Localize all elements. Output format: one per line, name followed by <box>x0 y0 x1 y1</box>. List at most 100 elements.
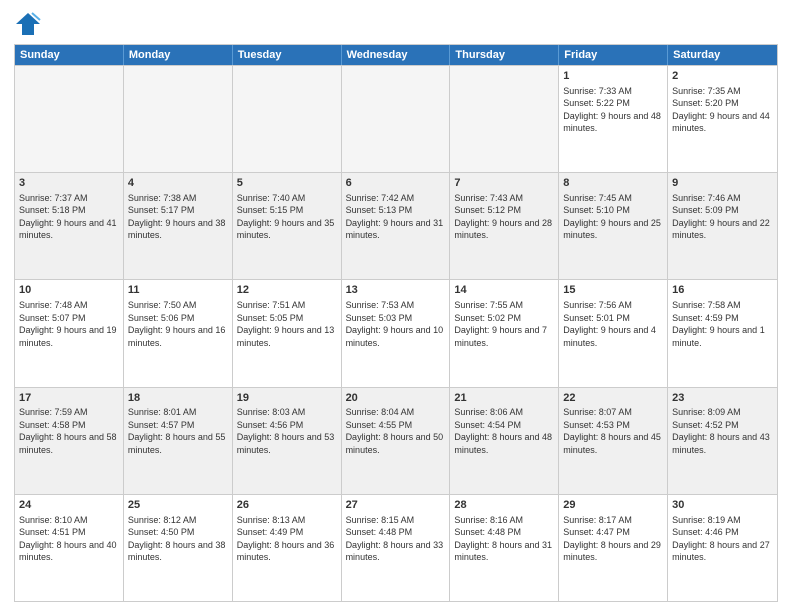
day-number: 15 <box>563 283 663 298</box>
day-number: 26 <box>237 498 337 513</box>
day-number: 8 <box>563 176 663 191</box>
calendar-cell: 10 Sunrise: 7:48 AM Sunset: 5:07 PM Dayli… <box>15 280 124 386</box>
day-number: 13 <box>346 283 446 298</box>
cell-daylight-info: Sunrise: 8:17 AM Sunset: 4:47 PM Dayligh… <box>563 515 661 562</box>
calendar-cell: 4 Sunrise: 7:38 AM Sunset: 5:17 PM Daylig… <box>124 173 233 279</box>
cell-daylight-info: Sunrise: 7:53 AM Sunset: 5:03 PM Dayligh… <box>346 300 444 347</box>
calendar-cell: 19Sunrise: 8:03 AM Sunset: 4:56 PM Dayli… <box>233 388 342 494</box>
cell-daylight-info: Sunrise: 8:01 AM Sunset: 4:57 PM Dayligh… <box>128 407 226 454</box>
cell-daylight-info: Sunrise: 8:10 AM Sunset: 4:51 PM Dayligh… <box>19 515 117 562</box>
header-monday: Monday <box>124 45 233 65</box>
header-saturday: Saturday <box>668 45 777 65</box>
cell-daylight-info: Sunrise: 8:13 AM Sunset: 4:49 PM Dayligh… <box>237 515 335 562</box>
cell-daylight-info: Sunrise: 8:07 AM Sunset: 4:53 PM Dayligh… <box>563 407 661 454</box>
day-number: 9 <box>672 176 773 191</box>
cell-daylight-info: Sunrise: 7:46 AM Sunset: 5:09 PM Dayligh… <box>672 193 770 240</box>
calendar-row-0: 1 Sunrise: 7:33 AM Sunset: 5:22 PM Daylig… <box>15 65 777 172</box>
cell-daylight-info: Sunrise: 8:04 AM Sunset: 4:55 PM Dayligh… <box>346 407 444 454</box>
day-number: 30 <box>672 498 773 513</box>
calendar-cell: 1 Sunrise: 7:33 AM Sunset: 5:22 PM Daylig… <box>559 66 668 172</box>
calendar-cell: 13 Sunrise: 7:53 AM Sunset: 5:03 PM Dayli… <box>342 280 451 386</box>
day-number: 21 <box>454 391 554 406</box>
day-number: 20 <box>346 391 446 406</box>
calendar-cell: 5 Sunrise: 7:40 AM Sunset: 5:15 PM Daylig… <box>233 173 342 279</box>
calendar-cell: 15 Sunrise: 7:56 AM Sunset: 5:01 PM Dayli… <box>559 280 668 386</box>
calendar-cell <box>342 66 451 172</box>
day-number: 27 <box>346 498 446 513</box>
cell-daylight-info: Sunrise: 8:12 AM Sunset: 4:50 PM Dayligh… <box>128 515 226 562</box>
day-number: 22 <box>563 391 663 406</box>
day-number: 1 <box>563 69 663 84</box>
cell-daylight-info: Sunrise: 7:56 AM Sunset: 5:01 PM Dayligh… <box>563 300 656 347</box>
calendar-cell <box>450 66 559 172</box>
day-number: 7 <box>454 176 554 191</box>
header-thursday: Thursday <box>450 45 559 65</box>
day-number: 18 <box>128 391 228 406</box>
calendar-cell: 11 Sunrise: 7:50 AM Sunset: 5:06 PM Dayli… <box>124 280 233 386</box>
cell-daylight-info: Sunrise: 7:58 AM Sunset: 4:59 PM Dayligh… <box>672 300 765 347</box>
calendar-cell: 14 Sunrise: 7:55 AM Sunset: 5:02 PM Dayli… <box>450 280 559 386</box>
logo-icon <box>14 10 42 38</box>
day-number: 10 <box>19 283 119 298</box>
calendar-row-2: 10 Sunrise: 7:48 AM Sunset: 5:07 PM Dayli… <box>15 279 777 386</box>
calendar-cell: 24 Sunrise: 8:10 AM Sunset: 4:51 PM Dayli… <box>15 495 124 601</box>
cell-daylight-info: Sunrise: 7:48 AM Sunset: 5:07 PM Dayligh… <box>19 300 117 347</box>
calendar-cell: 25Sunrise: 8:12 AM Sunset: 4:50 PM Dayli… <box>124 495 233 601</box>
calendar-cell: 22Sunrise: 8:07 AM Sunset: 4:53 PM Dayli… <box>559 388 668 494</box>
calendar-cell: 9 Sunrise: 7:46 AM Sunset: 5:09 PM Daylig… <box>668 173 777 279</box>
calendar-cell: 3 Sunrise: 7:37 AM Sunset: 5:18 PM Daylig… <box>15 173 124 279</box>
cell-daylight-info: Sunrise: 7:55 AM Sunset: 5:02 PM Dayligh… <box>454 300 547 347</box>
day-number: 14 <box>454 283 554 298</box>
calendar-cell: 2Sunrise: 7:35 AM Sunset: 5:20 PM Daylig… <box>668 66 777 172</box>
calendar-cell: 27 Sunrise: 8:15 AM Sunset: 4:48 PM Dayli… <box>342 495 451 601</box>
cell-daylight-info: Sunrise: 7:59 AM Sunset: 4:58 PM Dayligh… <box>19 407 117 454</box>
cell-daylight-info: Sunrise: 7:40 AM Sunset: 5:15 PM Dayligh… <box>237 193 335 240</box>
calendar-cell: 18Sunrise: 8:01 AM Sunset: 4:57 PM Dayli… <box>124 388 233 494</box>
day-number: 4 <box>128 176 228 191</box>
day-number: 19 <box>237 391 337 406</box>
day-number: 28 <box>454 498 554 513</box>
calendar: SundayMondayTuesdayWednesdayThursdayFrid… <box>14 44 778 602</box>
cell-daylight-info: Sunrise: 8:09 AM Sunset: 4:52 PM Dayligh… <box>672 407 770 454</box>
cell-daylight-info: Sunrise: 7:42 AM Sunset: 5:13 PM Dayligh… <box>346 193 444 240</box>
cell-daylight-info: Sunrise: 8:16 AM Sunset: 4:48 PM Dayligh… <box>454 515 552 562</box>
day-number: 24 <box>19 498 119 513</box>
cell-daylight-info: Sunrise: 8:15 AM Sunset: 4:48 PM Dayligh… <box>346 515 444 562</box>
calendar-row-4: 24 Sunrise: 8:10 AM Sunset: 4:51 PM Dayli… <box>15 494 777 601</box>
cell-daylight-info: Sunrise: 7:43 AM Sunset: 5:12 PM Dayligh… <box>454 193 552 240</box>
calendar-cell <box>124 66 233 172</box>
calendar-cell: 12 Sunrise: 7:51 AM Sunset: 5:05 PM Dayli… <box>233 280 342 386</box>
day-number: 3 <box>19 176 119 191</box>
cell-daylight-info: Sunrise: 7:38 AM Sunset: 5:17 PM Dayligh… <box>128 193 226 240</box>
calendar-cell: 7 Sunrise: 7:43 AM Sunset: 5:12 PM Daylig… <box>450 173 559 279</box>
header-wednesday: Wednesday <box>342 45 451 65</box>
day-number: 16 <box>672 283 773 298</box>
cell-daylight-info: Sunrise: 8:19 AM Sunset: 4:46 PM Dayligh… <box>672 515 770 562</box>
header-friday: Friday <box>559 45 668 65</box>
cell-daylight-info: Sunrise: 7:50 AM Sunset: 5:06 PM Dayligh… <box>128 300 226 347</box>
calendar-cell <box>15 66 124 172</box>
day-number: 6 <box>346 176 446 191</box>
day-number: 11 <box>128 283 228 298</box>
cell-daylight-info: Sunrise: 7:51 AM Sunset: 5:05 PM Dayligh… <box>237 300 335 347</box>
cell-daylight-info: Sunrise: 7:37 AM Sunset: 5:18 PM Dayligh… <box>19 193 117 240</box>
calendar-cell <box>233 66 342 172</box>
calendar-body: 1 Sunrise: 7:33 AM Sunset: 5:22 PM Daylig… <box>15 65 777 601</box>
calendar-cell: 21Sunrise: 8:06 AM Sunset: 4:54 PM Dayli… <box>450 388 559 494</box>
calendar-header: SundayMondayTuesdayWednesdayThursdayFrid… <box>15 45 777 65</box>
day-number: 2 <box>672 69 773 84</box>
calendar-cell: 28 Sunrise: 8:16 AM Sunset: 4:48 PM Dayli… <box>450 495 559 601</box>
cell-daylight-info: Sunrise: 7:45 AM Sunset: 5:10 PM Dayligh… <box>563 193 661 240</box>
calendar-cell: 30 Sunrise: 8:19 AM Sunset: 4:46 PM Dayli… <box>668 495 777 601</box>
calendar-cell: 23Sunrise: 8:09 AM Sunset: 4:52 PM Dayli… <box>668 388 777 494</box>
page: SundayMondayTuesdayWednesdayThursdayFrid… <box>0 0 792 612</box>
logo <box>14 10 46 38</box>
day-number: 5 <box>237 176 337 191</box>
cell-daylight-info: Sunrise: 7:33 AM Sunset: 5:22 PM Dayligh… <box>563 86 661 133</box>
header-sunday: Sunday <box>15 45 124 65</box>
calendar-cell: 20Sunrise: 8:04 AM Sunset: 4:55 PM Dayli… <box>342 388 451 494</box>
day-number: 12 <box>237 283 337 298</box>
cell-daylight-info: Sunrise: 8:03 AM Sunset: 4:56 PM Dayligh… <box>237 407 335 454</box>
cell-daylight-info: Sunrise: 8:06 AM Sunset: 4:54 PM Dayligh… <box>454 407 552 454</box>
calendar-cell: 29Sunrise: 8:17 AM Sunset: 4:47 PM Dayli… <box>559 495 668 601</box>
